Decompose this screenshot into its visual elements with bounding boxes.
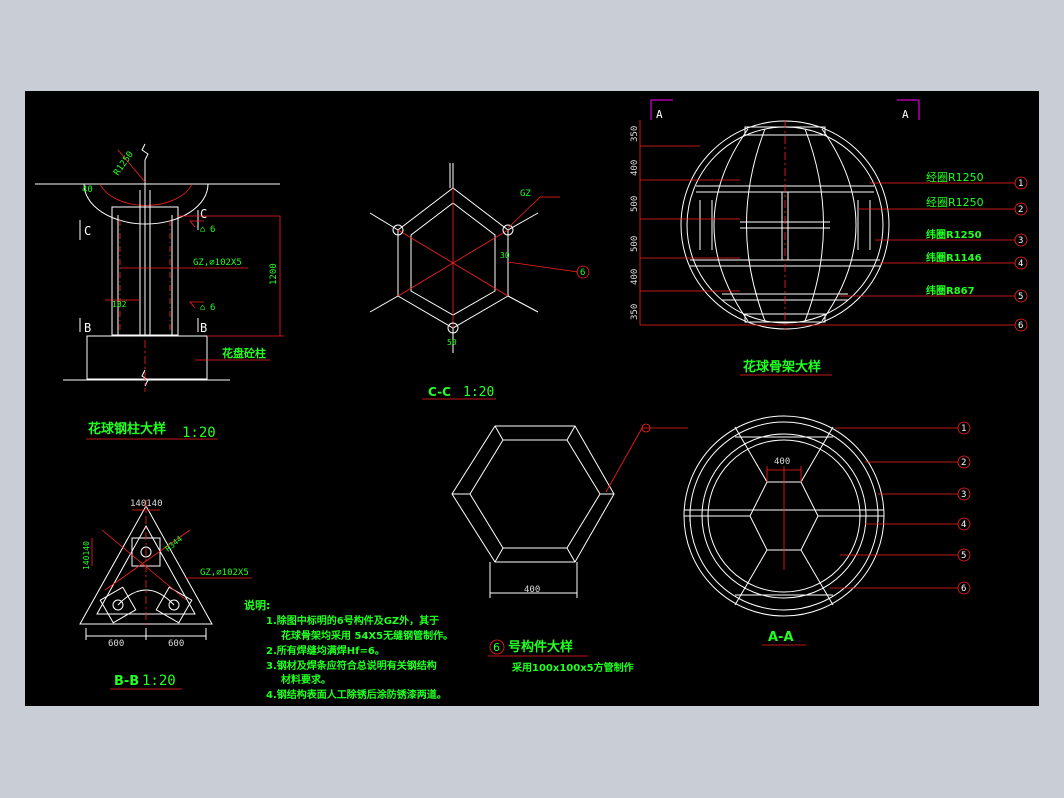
sk-dim-3: 500: [630, 236, 640, 252]
section-a-right: A: [902, 108, 909, 121]
part6-sub: 采用100x100x5方管制作: [511, 661, 634, 674]
weld-label-bottom: ⌂: [200, 303, 205, 313]
pipe-label: GZ,⌀102X5: [193, 258, 242, 268]
notes: 说明: 1.除图中标明的6号构件及GZ外，其于 花球骨架均采用 54X5无缝钢管…: [244, 598, 453, 701]
cc-title: C-C: [428, 385, 451, 399]
sk-label-4: 纬圈R1146: [926, 251, 982, 264]
section-cc: GZ 30 50 6 C-C 1:20: [369, 163, 590, 400]
column-detail: R1250 40 C C ⌂ 6 ⌂ 6 GZ,⌀102X5 102 B B 1…: [35, 143, 284, 441]
bb-dim-left: 140140: [82, 541, 91, 570]
skeleton-detail: A A 350 400 500 500 400 350 经圈R1250 经圈R1…: [630, 99, 1028, 376]
dim-50: 50: [447, 338, 457, 347]
aa-callout-5: 5: [961, 551, 966, 561]
base-label: 花盘砼柱: [222, 346, 266, 360]
skeleton-title: 花球骨架大样: [743, 359, 821, 375]
section-mark-c-right: C: [200, 207, 207, 221]
cc-scale: 1:20: [463, 385, 494, 400]
notes-line-5: 材料要求。: [281, 673, 331, 686]
bb-scale: 1:20: [142, 673, 176, 689]
cad-drawing: R1250 40 C C ⌂ 6 ⌂ 6 GZ,⌀102X5 102 B B 1…: [35, 99, 1028, 701]
bb-dim-bottom-left: 600: [108, 639, 124, 649]
aa-callout-3: 3: [961, 490, 966, 500]
sk-callout-3: 3: [1018, 236, 1023, 246]
sk-label-3: 纬圈R1250: [926, 228, 982, 241]
part6-title: 号构件大样: [508, 639, 573, 655]
part6-width: 400: [524, 585, 540, 595]
notes-line-2: 花球骨架均采用 54X5无缝钢管制作。: [281, 629, 453, 642]
sk-callout-2: 2: [1018, 205, 1023, 215]
radius-label: R1250: [112, 150, 136, 178]
sk-callout-6: 6: [1018, 321, 1023, 331]
sk-label-5: 纬圈R867: [926, 284, 975, 297]
sk-label-1: 经圈R1250: [926, 171, 984, 184]
bb-radius: R344: [164, 534, 185, 553]
notes-heading: 说明:: [244, 598, 270, 612]
part6-num: 6: [493, 641, 500, 654]
section-aa: 400 1 2 3 4 5 6 A-A: [683, 415, 971, 646]
notes-line-4: 3.钢材及焊条应符合总说明有关钢结构: [266, 659, 437, 672]
section-mark-b-right: B: [200, 321, 207, 335]
notes-line-1: 1.除图中标明的6号构件及GZ外，其于: [266, 614, 439, 627]
sk-callout-4: 4: [1018, 259, 1023, 269]
bb-dim-bottom-right: 600: [168, 639, 184, 649]
weld-size-top: 6: [210, 225, 215, 235]
aa-callout-4: 4: [961, 520, 966, 530]
sk-callout-5: 5: [1018, 292, 1023, 302]
section-mark-c-left: C: [84, 224, 91, 238]
aa-callout-2: 2: [961, 458, 966, 468]
sk-dim-1: 400: [630, 160, 640, 176]
aa-callout-6: 6: [961, 584, 966, 594]
weld-label-top: ⌂: [200, 225, 205, 235]
section-bb: 140140 140140 R344 GZ,⌀102X5 600 600 B-B…: [79, 499, 252, 690]
sk-dim-4: 400: [630, 269, 640, 285]
column-title: 花球钢柱大样: [88, 421, 166, 437]
aa-title: A-A: [768, 630, 794, 645]
sk-label-2: 经圈R1250: [926, 196, 984, 209]
cc-callout: 6: [580, 268, 585, 278]
sk-callout-1: 1: [1018, 179, 1023, 189]
angle-label: 40: [82, 185, 93, 195]
plate-label: 102: [112, 300, 127, 309]
bb-pipe-label: GZ,⌀102X5: [200, 568, 249, 578]
sk-dim-0: 350: [630, 126, 640, 142]
sk-dim-2: 500: [630, 196, 640, 212]
aa-top-dim: 400: [774, 457, 790, 467]
height-dim: 1200: [269, 263, 279, 285]
section-a-left: A: [656, 108, 663, 121]
weld-size-bottom: 6: [210, 303, 215, 313]
part6-detail: 400 6 号构件大样 采用100x100x5方管制作: [451, 423, 688, 674]
notes-line-6: 4.钢结构表面人工除锈后涂防锈漆两道。: [266, 688, 447, 701]
bb-title: B-B: [114, 674, 139, 689]
sk-dim-5: 350: [630, 304, 640, 320]
notes-line-3: 2.所有焊缝均满焊Hf=6。: [266, 644, 385, 657]
gz-label: GZ: [520, 189, 531, 199]
bb-dim-top: 140140: [130, 499, 163, 509]
aa-callout-1: 1: [961, 424, 966, 434]
section-mark-b-left: B: [84, 321, 91, 335]
dim-30: 30: [500, 251, 510, 260]
drawing-viewport[interactable]: R1250 40 C C ⌂ 6 ⌂ 6 GZ,⌀102X5 102 B B 1…: [25, 91, 1039, 706]
